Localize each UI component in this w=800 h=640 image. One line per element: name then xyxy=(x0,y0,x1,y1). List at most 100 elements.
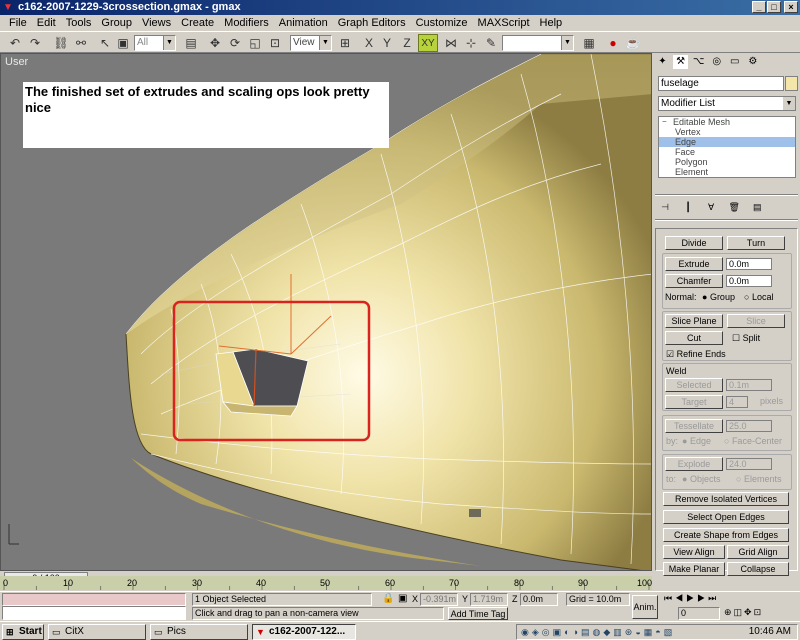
maxscript-listener-bottom[interactable] xyxy=(2,606,186,620)
align-icon[interactable]: ⊹ xyxy=(462,34,480,52)
cut-button[interactable]: Cut xyxy=(665,331,723,345)
mirror-icon[interactable]: ⋈ xyxy=(442,34,460,52)
hierarchy-tab-icon[interactable]: ⌥ xyxy=(691,55,706,69)
stack-item-edge[interactable]: Edge xyxy=(659,137,795,147)
menu-modifiers[interactable]: Modifiers xyxy=(219,15,274,31)
menu-graph-editors[interactable]: Graph Editors xyxy=(333,15,411,31)
undo-icon[interactable]: ↶ xyxy=(6,34,24,52)
slice-button[interactable]: Slice xyxy=(727,314,785,328)
maxscript-listener-top[interactable] xyxy=(2,593,186,606)
menu-file[interactable]: File xyxy=(4,15,32,31)
restrict-z-icon[interactable]: Z xyxy=(398,34,416,52)
maximize-button[interactable]: □ xyxy=(767,1,781,13)
normal-local-radio[interactable]: ○ Local xyxy=(744,291,773,303)
object-color-swatch[interactable] xyxy=(785,76,798,91)
material-editor-icon[interactable]: ▦ xyxy=(580,34,598,52)
link-icon[interactable]: ⛓ xyxy=(52,34,70,52)
viewport-nav-controls[interactable]: ⊕◫✥⊡ xyxy=(724,607,763,618)
extrude-amount-field[interactable]: 0.0m xyxy=(726,258,772,270)
menu-tools[interactable]: Tools xyxy=(61,15,97,31)
show-end-result-icon[interactable]: ┃ xyxy=(681,202,695,213)
remove-isolated-vertices-button[interactable]: Remove Isolated Vertices xyxy=(663,492,789,506)
menu-edit[interactable]: Edit xyxy=(32,15,61,31)
menu-maxscript[interactable]: MAXScript xyxy=(473,15,535,31)
collapse-button[interactable]: Collapse xyxy=(727,562,789,576)
explode-elements-radio[interactable]: ○ Elements xyxy=(736,473,781,485)
scale-flyout-icon[interactable]: ⊡ xyxy=(266,34,284,52)
configure-sets-icon[interactable]: ▤ xyxy=(750,202,764,213)
chamfer-button[interactable]: Chamfer xyxy=(665,274,723,288)
unlink-icon[interactable]: ⚯ xyxy=(72,34,90,52)
stack-item-face[interactable]: Face xyxy=(659,147,795,157)
quick-render-icon[interactable]: ☕ xyxy=(624,34,642,52)
taskbar-item-pics[interactable]: ▭ Pics xyxy=(150,624,248,640)
pivot-center-icon[interactable]: ⊞ xyxy=(336,34,354,52)
divide-button[interactable]: Divide xyxy=(665,236,723,250)
taskbar-item-gmax[interactable]: ▼ c162-2007-122... xyxy=(252,624,356,640)
stack-item-element[interactable]: Element xyxy=(659,167,795,177)
select-object-icon[interactable]: ↖ xyxy=(96,34,114,52)
start-button[interactable]: ⊞ Start xyxy=(2,624,44,640)
grid-align-button[interactable]: Grid Align xyxy=(727,545,789,559)
create-tab-icon[interactable]: ✦ xyxy=(655,55,670,69)
turn-button[interactable]: Turn xyxy=(727,236,785,250)
restrict-x-icon[interactable]: X xyxy=(360,34,378,52)
select-region-icon[interactable]: ▣ xyxy=(114,34,132,52)
menu-animation[interactable]: Animation xyxy=(274,15,333,31)
tray-icons[interactable]: ◉◈◎▣◐◑▤◍◆▥⊛◒▦◓▧ xyxy=(521,625,675,639)
extrude-button[interactable]: Extrude xyxy=(665,257,723,271)
pin-stack-icon[interactable]: ⊣ xyxy=(658,202,672,213)
minimize-button[interactable]: _ xyxy=(752,1,766,13)
stack-item-polygon[interactable]: Polygon xyxy=(659,157,795,167)
rotate-icon[interactable]: ⟳ xyxy=(226,34,244,52)
tessellate-button[interactable]: Tessellate xyxy=(665,419,723,433)
selection-filter-dropdown[interactable]: All ▼ xyxy=(134,35,176,51)
menu-group[interactable]: Group xyxy=(96,15,137,31)
stack-item-editable-mesh[interactable]: − Editable Mesh xyxy=(659,117,795,127)
weld-threshold-field[interactable]: 0.1m xyxy=(726,379,772,391)
menu-help[interactable]: Help xyxy=(535,15,568,31)
lock-selection-icon[interactable]: 🔒 xyxy=(382,593,394,604)
weld-pixels-field[interactable]: 4 xyxy=(726,396,748,408)
close-button[interactable]: × xyxy=(784,1,798,13)
animate-button[interactable]: Anim. xyxy=(632,595,658,619)
create-shape-from-edges-button[interactable]: Create Shape from Edges xyxy=(663,528,789,542)
y-coordinate-field[interactable]: 1.719m xyxy=(470,593,508,606)
x-coordinate-field[interactable]: -0.391m xyxy=(420,593,458,606)
make-unique-icon[interactable]: ∀ xyxy=(704,202,718,213)
slice-plane-button[interactable]: Slice Plane xyxy=(665,314,723,328)
absolute-mode-icon[interactable]: ▣ xyxy=(398,593,407,604)
motion-tab-icon[interactable]: ◎ xyxy=(709,55,724,69)
tessellate-edge-radio[interactable]: ● Edge xyxy=(682,435,711,447)
reference-coordinate-dropdown[interactable]: View ▼ xyxy=(290,35,332,51)
make-planar-button[interactable]: Make Planar xyxy=(663,562,725,576)
modifier-list-dropdown[interactable]: Modifier List ▼ xyxy=(658,96,796,111)
select-open-edges-button[interactable]: Select Open Edges xyxy=(663,510,789,524)
view-align-button[interactable]: View Align xyxy=(663,545,725,559)
remove-modifier-icon[interactable]: 🗑 xyxy=(727,202,741,213)
render-icon[interactable]: ● xyxy=(604,34,622,52)
refine-ends-checkbox[interactable]: ☑ Refine Ends xyxy=(666,348,726,360)
named-selection-icon[interactable]: ✎ xyxy=(482,34,500,52)
menu-views[interactable]: Views xyxy=(137,15,176,31)
modify-tab-icon[interactable]: ⚒ xyxy=(673,55,689,69)
object-name-field[interactable]: fuselage xyxy=(658,76,784,91)
explode-angle-field[interactable]: 24.0 xyxy=(726,458,772,470)
playback-controls[interactable]: ⏮◀▶▶⏭ xyxy=(664,593,719,604)
move-icon[interactable]: ✥ xyxy=(206,34,224,52)
tessellate-tension-field[interactable]: 25.0 xyxy=(726,420,772,432)
add-time-tag-button[interactable]: Add Time Tag xyxy=(448,607,508,620)
scale-icon[interactable]: ◱ xyxy=(246,34,264,52)
user-viewport[interactable]: User The finished set of extrudes and sc… xyxy=(0,53,652,571)
explode-objects-radio[interactable]: ● Objects xyxy=(682,473,720,485)
weld-selected-button[interactable]: Selected xyxy=(665,378,723,392)
current-frame-field[interactable]: 0 xyxy=(678,607,720,620)
chamfer-amount-field[interactable]: 0.0m xyxy=(726,275,772,287)
utilities-tab-icon[interactable]: ⚙ xyxy=(745,55,760,69)
stack-item-vertex[interactable]: Vertex xyxy=(659,127,795,137)
track-bar[interactable]: 0 10 20 30 40 50 60 70 80 90 100 xyxy=(0,576,652,590)
menu-create[interactable]: Create xyxy=(176,15,219,31)
display-tab-icon[interactable]: ▭ xyxy=(727,55,742,69)
weld-target-button[interactable]: Target xyxy=(665,395,723,409)
taskbar-item-citx[interactable]: ▭ CitX xyxy=(48,624,146,640)
